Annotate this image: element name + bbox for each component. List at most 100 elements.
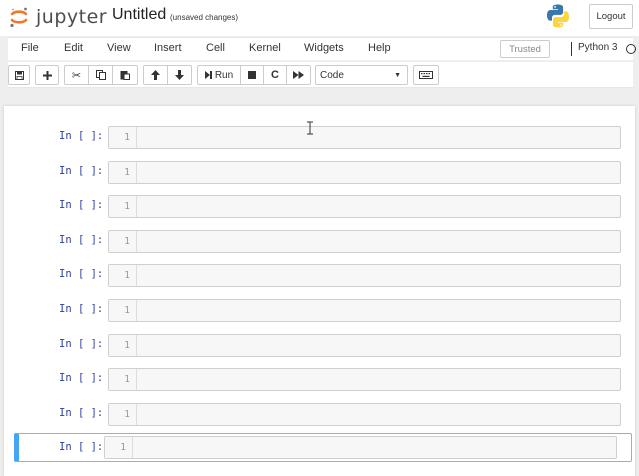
copy-icon bbox=[95, 70, 106, 80]
paste-icon bbox=[120, 71, 130, 80]
run-button[interactable]: Run bbox=[197, 65, 241, 85]
notebook-name[interactable]: Untitled bbox=[112, 6, 166, 24]
code-editor[interactable]: 1 bbox=[108, 161, 621, 184]
line-number-gutter: 1 bbox=[109, 231, 137, 252]
command-palette-button[interactable] bbox=[413, 65, 439, 85]
menu-file[interactable]: File bbox=[21, 42, 39, 54]
menu-cell[interactable]: Cell bbox=[206, 42, 225, 54]
code-editor[interactable]: 1 bbox=[104, 436, 617, 459]
input-prompt: In [ ]: bbox=[59, 303, 104, 315]
line-number-gutter: 1 bbox=[109, 265, 137, 286]
save-button[interactable] bbox=[8, 65, 30, 85]
input-prompt: In [ ]: bbox=[59, 407, 104, 419]
jupyter-logo-icon bbox=[10, 7, 28, 28]
trusted-indicator[interactable]: Trusted bbox=[500, 40, 550, 58]
cell-type-select[interactable]: Code ▼ bbox=[315, 65, 408, 85]
line-number: 1 bbox=[124, 305, 130, 316]
line-number: 1 bbox=[124, 374, 130, 385]
restart-button[interactable]: C bbox=[263, 65, 287, 85]
code-cell[interactable]: In [ ]: 1 bbox=[14, 227, 632, 256]
menu-help[interactable]: Help bbox=[368, 42, 391, 54]
input-prompt: In [ ]: bbox=[59, 338, 104, 350]
scissors-icon: ✂ bbox=[71, 69, 82, 82]
arrow-up-icon bbox=[151, 70, 160, 80]
keyboard-icon bbox=[419, 71, 433, 79]
plus-icon bbox=[42, 70, 52, 80]
menu-kernel[interactable]: Kernel bbox=[249, 42, 281, 54]
line-number: 1 bbox=[124, 201, 130, 212]
code-cell[interactable]: In [ ]: 1 bbox=[14, 365, 632, 394]
save-status: (unsaved changes) bbox=[170, 13, 239, 22]
step-forward-icon bbox=[204, 71, 212, 79]
header: jupyter Untitled (unsaved changes) Logou… bbox=[0, 0, 639, 36]
line-number: 1 bbox=[124, 132, 130, 143]
line-number: 1 bbox=[124, 167, 130, 178]
code-cell[interactable]: In [ ]: 1 bbox=[14, 296, 632, 325]
interrupt-button[interactable] bbox=[240, 65, 264, 85]
paste-button[interactable] bbox=[112, 65, 138, 85]
code-cell[interactable]: In [ ]: 1 bbox=[14, 158, 632, 187]
code-editor[interactable]: 1 bbox=[108, 230, 621, 253]
logout-button[interactable]: Logout bbox=[589, 4, 633, 29]
line-number-gutter: 1 bbox=[109, 369, 137, 390]
line-number-gutter: 1 bbox=[109, 162, 137, 183]
insert-cell-button[interactable] bbox=[35, 65, 59, 85]
restart-run-all-button[interactable] bbox=[286, 65, 311, 85]
menu-edit[interactable]: Edit bbox=[64, 42, 83, 54]
menu-widgets[interactable]: Widgets bbox=[304, 42, 344, 54]
code-editor[interactable]: 1 bbox=[108, 299, 621, 322]
arrow-down-icon bbox=[175, 70, 184, 80]
line-number: 1 bbox=[124, 409, 130, 420]
stop-icon bbox=[248, 71, 256, 79]
code-editor[interactable]: 1 bbox=[108, 368, 621, 391]
input-prompt: In [ ]: bbox=[59, 130, 104, 142]
code-cell[interactable]: In [ ]: 1 bbox=[14, 261, 632, 290]
notebook-site: In [ ]: 1 In [ ]: 1 In [ ]: 1 In [ ]: 1 In [ ]: 1… bbox=[0, 92, 639, 476]
line-number-gutter: 1 bbox=[109, 335, 137, 356]
line-number-gutter: 1 bbox=[105, 437, 133, 458]
python-logo-icon bbox=[547, 4, 569, 28]
line-number: 1 bbox=[124, 340, 130, 351]
notebook-container: In [ ]: 1 In [ ]: 1 In [ ]: 1 In [ ]: 1 In [ ]: 1… bbox=[4, 106, 635, 476]
logo-text: jupyter bbox=[36, 6, 108, 28]
line-number: 1 bbox=[124, 236, 130, 247]
line-number: 1 bbox=[120, 442, 126, 453]
move-down-button[interactable] bbox=[167, 65, 192, 85]
kernel-idle-icon bbox=[626, 44, 636, 54]
code-editor[interactable]: 1 bbox=[108, 126, 621, 149]
input-prompt: In [ ]: bbox=[59, 165, 104, 177]
copy-button[interactable] bbox=[88, 65, 113, 85]
line-number-gutter: 1 bbox=[109, 300, 137, 321]
code-cell[interactable]: In [ ]: 1 bbox=[14, 192, 632, 221]
code-editor[interactable]: 1 bbox=[108, 264, 621, 287]
toolbar: ✂ Run C Code ▼ bbox=[8, 62, 633, 88]
text-cursor-icon bbox=[307, 121, 313, 135]
code-editor[interactable]: 1 bbox=[108, 334, 621, 357]
input-prompt: In [ ]: bbox=[59, 441, 104, 453]
save-icon bbox=[14, 70, 24, 80]
run-label: Run bbox=[214, 69, 234, 81]
code-cell[interactable]: In [ ]: 1 bbox=[14, 433, 632, 462]
cut-button[interactable]: ✂ bbox=[64, 65, 89, 85]
refresh-icon: C bbox=[271, 69, 279, 81]
move-up-button[interactable] bbox=[143, 65, 168, 85]
input-prompt: In [ ]: bbox=[59, 268, 104, 280]
input-prompt: In [ ]: bbox=[59, 199, 104, 211]
cell-type-value: Code bbox=[320, 69, 344, 81]
menu-insert[interactable]: Insert bbox=[154, 42, 182, 54]
chevron-down-icon: ▼ bbox=[394, 72, 401, 79]
kernel-separator bbox=[571, 42, 572, 56]
input-prompt: In [ ]: bbox=[59, 234, 104, 246]
kernel-name: Python 3 bbox=[578, 42, 618, 53]
code-cell[interactable]: In [ ]: 1 bbox=[14, 400, 632, 429]
code-editor[interactable]: 1 bbox=[108, 195, 621, 218]
input-prompt: In [ ]: bbox=[59, 372, 104, 384]
code-editor[interactable]: 1 bbox=[108, 403, 621, 426]
line-number-gutter: 1 bbox=[109, 127, 137, 148]
line-number-gutter: 1 bbox=[109, 196, 137, 217]
fast-forward-icon bbox=[293, 71, 304, 79]
code-cell[interactable]: In [ ]: 1 bbox=[14, 331, 632, 360]
code-cell[interactable]: In [ ]: 1 bbox=[14, 123, 632, 152]
menu-view[interactable]: View bbox=[107, 42, 131, 54]
jupyter-logo[interactable]: jupyter bbox=[8, 4, 107, 30]
